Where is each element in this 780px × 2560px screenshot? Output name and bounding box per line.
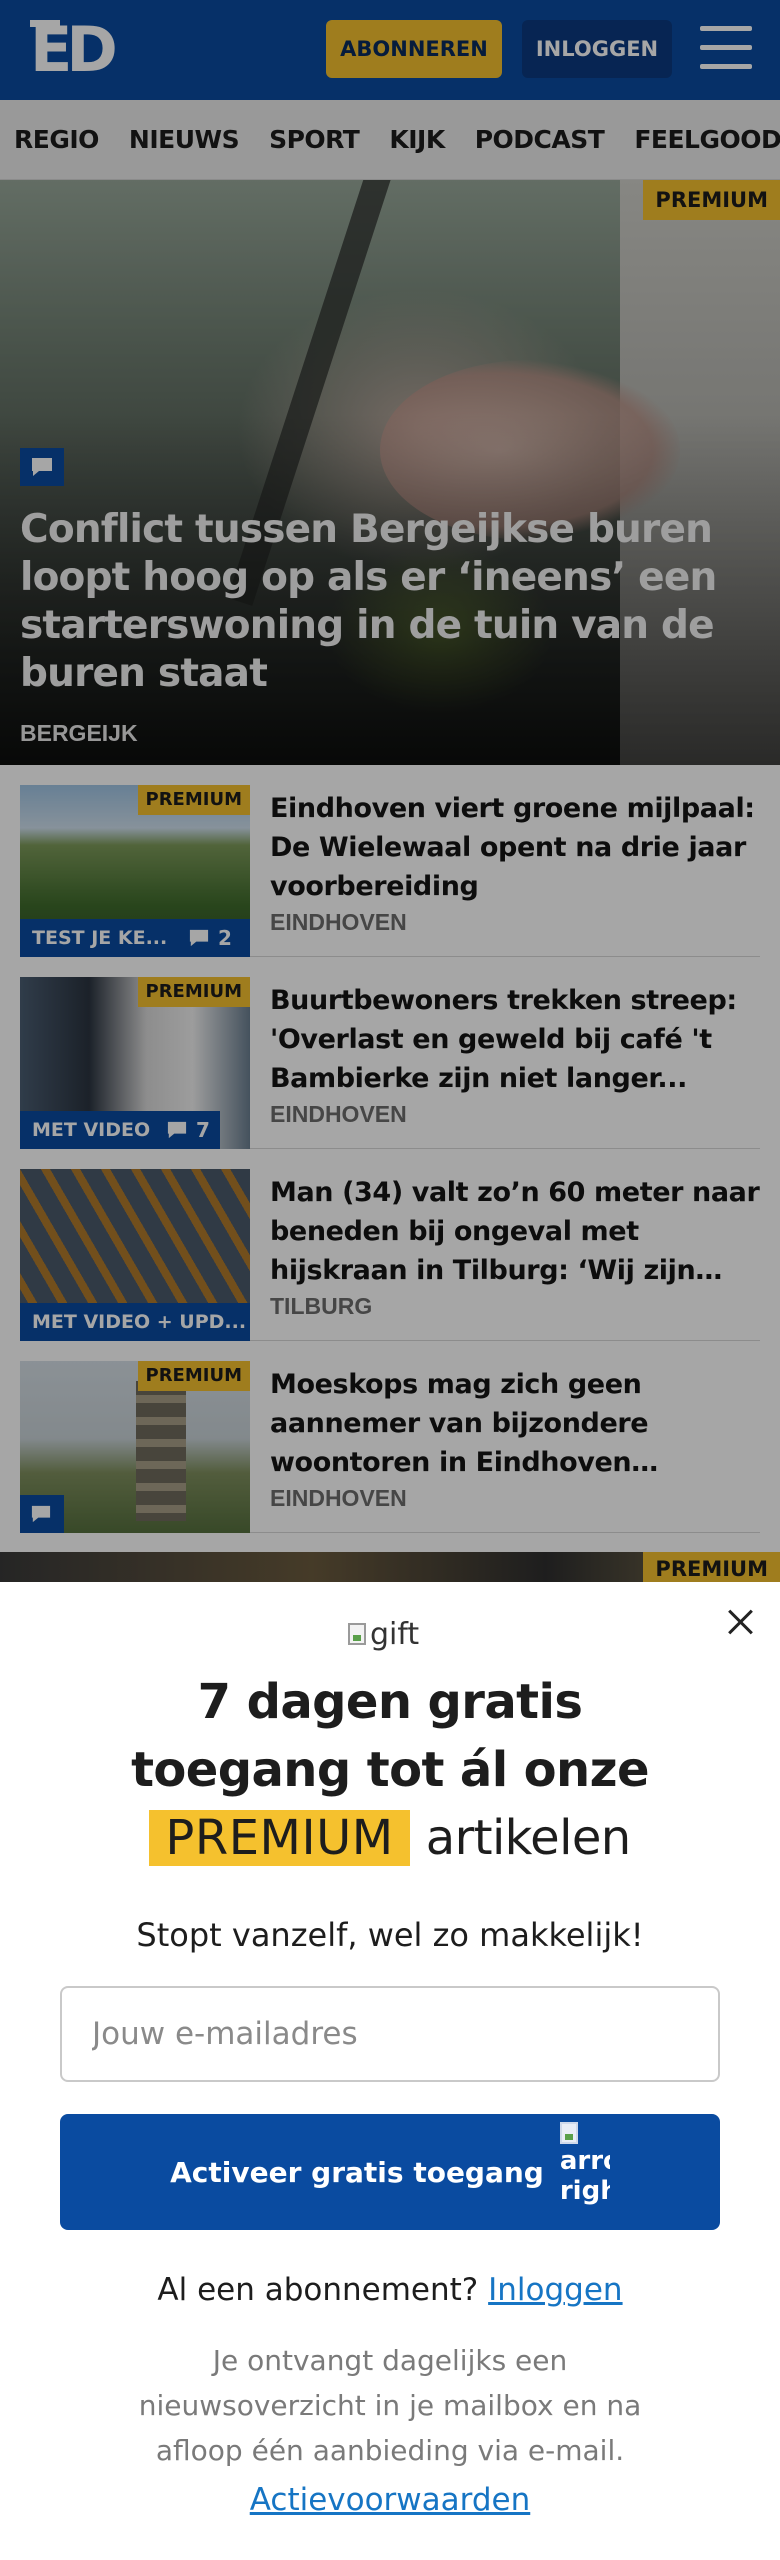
conditions-link[interactable]: Actievoorwaarden [250,2482,531,2518]
modal-subtitle: Stopt vanzelf, wel zo makkelijk! [136,1916,644,1954]
premium-offer-modal: gift 7 dagen gratis toegang tot ál onze … [0,1582,780,2560]
activate-button[interactable]: Activeer gratis toegang arro righ [60,2114,720,2230]
close-icon[interactable] [722,1604,758,1640]
email-field[interactable] [60,1986,720,2082]
disclaimer-text: Je ontvangt dagelijks een nieuwsoverzich… [138,2344,642,2467]
premium-highlight: PREMIUM [149,1810,410,1866]
modal-backdrop[interactable] [0,0,780,1582]
conditions-line: Actievoorwaarden [0,2482,780,2518]
existing-subscription-line: Al een abonnement? Inloggen [157,2272,623,2308]
gift-icon: gift [348,1612,432,1656]
login-link[interactable]: Inloggen [488,2272,622,2308]
gift-alt-text: gift [370,1616,420,1652]
activate-button-label: Activeer gratis toegang [170,2155,544,2189]
arrow-right-icon: arro righ [559,2122,610,2222]
modal-title: 7 dagen gratis toegang tot ál onze PREMI… [131,1674,650,1866]
